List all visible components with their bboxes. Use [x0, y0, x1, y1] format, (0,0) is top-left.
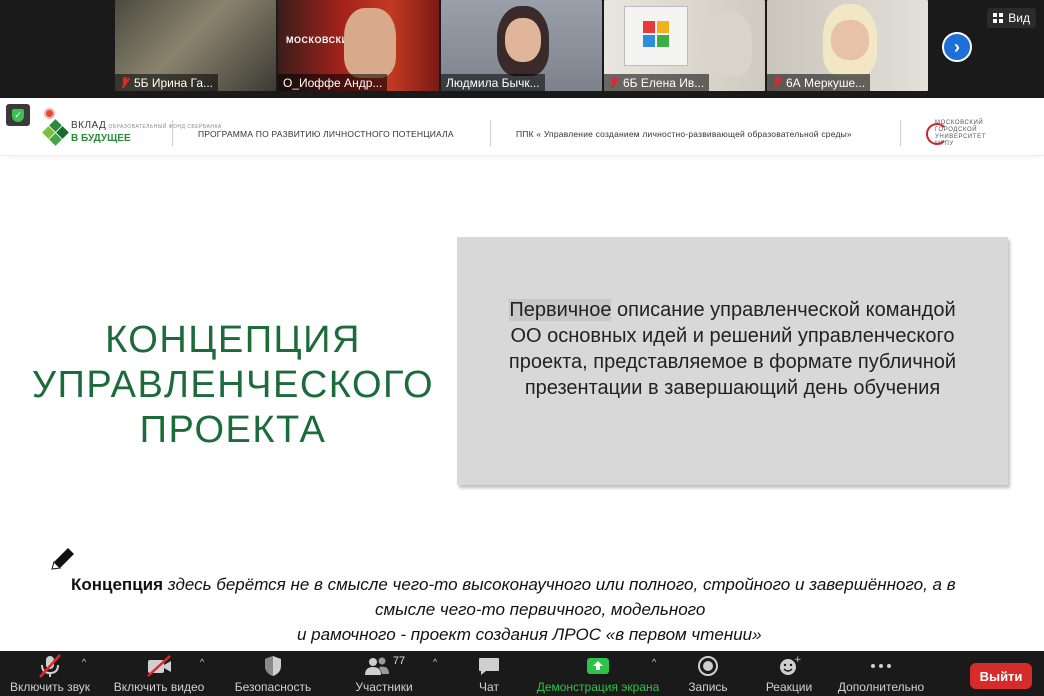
zoom-meeting-window: 5Б Ирина Га... МОСКОВСКИЙ О_Иоффе Андр..…	[0, 0, 1044, 696]
share-screen-button[interactable]: Демонстрация экрана	[534, 651, 662, 696]
participant-video-strip: 5Б Ирина Га... МОСКОВСКИЙ О_Иоффе Андр..…	[0, 0, 1044, 98]
participant-name: 5Б Ирина Га...	[134, 75, 214, 90]
shared-screen-slide: ВКЛАД ОБРАЗОВАТЕЛЬНЫЙ ФОНД СБЕРБАНКА В БУ…	[0, 98, 1044, 651]
participant-tile[interactable]: 5Б Ирина Га...	[115, 0, 276, 91]
record-button[interactable]: Запись	[684, 651, 732, 696]
grid-view-icon	[993, 13, 1004, 23]
participant-name: 6А Меркуше...	[786, 75, 866, 90]
more-button[interactable]: Дополнительно	[834, 651, 928, 696]
audio-options-caret-icon[interactable]: ^	[82, 657, 86, 667]
person-figure	[344, 8, 396, 78]
slide-header: ВКЛАД ОБРАЗОВАТЕЛЬНЫЙ ФОНД СБЕРБАНКА В БУ…	[0, 110, 1044, 156]
video-options-caret-icon[interactable]: ^	[200, 657, 204, 667]
mic-muted-icon	[609, 76, 619, 89]
start-video-button[interactable]: Включить видео	[110, 651, 208, 696]
vklad-logo: ВКЛАД ОБРАЗОВАТЕЛЬНЫЙ ФОНД СБЕРБАНКА В БУ…	[42, 119, 222, 146]
share-options-caret-icon[interactable]: ^	[652, 657, 656, 667]
participant-name: 6Б Елена Ив...	[623, 75, 705, 90]
security-shield-icon[interactable]: ✓	[6, 104, 30, 126]
chat-button[interactable]: Чат	[470, 651, 508, 696]
camera-off-icon	[147, 655, 171, 677]
diamond-logo-icon	[42, 119, 69, 146]
participants-button[interactable]: 77 Участники	[352, 651, 416, 696]
pencil-icon	[51, 548, 74, 570]
definition-box: Первичное описание управленческой команд…	[457, 237, 1008, 485]
definition-text: Первичное описание управленческой команд…	[508, 299, 957, 399]
poster-image	[624, 6, 688, 66]
mgpu-logo: МОСКОВСКИЙ ГОРОДСКОЙ УНИВЕРСИТЕТ МГПУ	[926, 120, 986, 148]
mic-muted-icon	[120, 76, 130, 89]
slide-title: КОНЦЕПЦИЯ УПРАВЛЕНЧЕСКОГО ПРОЕКТА	[31, 319, 435, 451]
next-page-arrow-icon[interactable]: ›	[942, 32, 972, 62]
program-title: ПРОГРАММА ПО РАЗВИТИЮ ЛИЧНОСТНОГО ПОТЕНЦ…	[198, 129, 454, 139]
person-figure	[702, 10, 752, 76]
participant-tile[interactable]: Людмила Бычк...	[441, 0, 602, 91]
participants-count: 77	[392, 655, 406, 667]
mic-muted-icon	[772, 76, 782, 89]
ppk-title: ППК « Управление созданием личностно-раз…	[516, 129, 852, 139]
more-dots-icon	[871, 664, 891, 668]
participant-name: О_Иоффе Андр...	[283, 75, 383, 90]
chat-bubble-icon	[479, 658, 499, 675]
microphone-muted-icon	[39, 654, 61, 678]
unmute-button[interactable]: Включить звук	[6, 651, 94, 696]
meeting-toolbar: Включить звук ^ Включить видео ^ Безопас…	[0, 651, 1044, 696]
view-button[interactable]: Вид	[987, 8, 1036, 28]
participants-icon	[364, 657, 389, 675]
svg-text:+: +	[794, 655, 801, 665]
participant-tile-active-speaker[interactable]: МОСКОВСКИЙ О_Иоффе Андр...	[278, 0, 439, 91]
participant-name: Людмила Бычк...	[446, 75, 540, 90]
record-icon	[698, 656, 718, 676]
reactions-button[interactable]: + Реакции	[762, 651, 816, 696]
participant-tile[interactable]: 6Б Елена Ив...	[604, 0, 765, 91]
leave-meeting-button[interactable]: Выйти	[970, 663, 1032, 689]
security-button[interactable]: Безопасность	[230, 651, 316, 696]
recording-indicator-icon	[44, 108, 55, 119]
share-screen-icon	[587, 658, 609, 674]
participants-options-caret-icon[interactable]: ^	[433, 657, 437, 667]
shield-icon	[265, 656, 281, 676]
view-label: Вид	[1008, 11, 1030, 25]
participant-tile[interactable]: 6А Меркуше...	[767, 0, 928, 91]
emoji-reaction-icon: +	[780, 655, 801, 675]
